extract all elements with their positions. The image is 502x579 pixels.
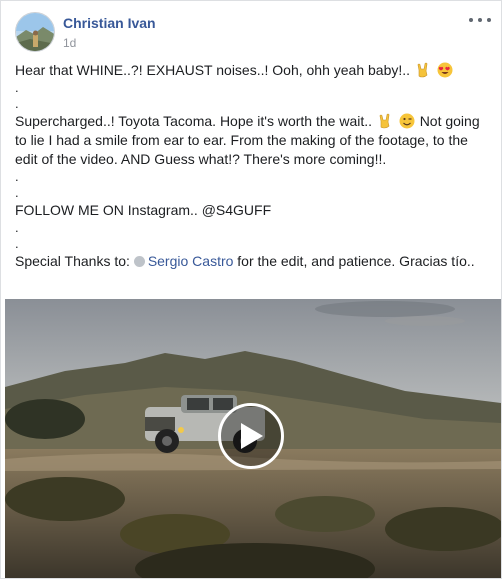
mention-link[interactable]: Sergio Castro [133,253,234,269]
heart-eyes-emoji [437,62,453,78]
post-timestamp[interactable]: 1d [63,36,76,50]
post-text-segment: Special Thanks to: [15,253,130,269]
mention-name: Sergio Castro [147,253,234,269]
video-player[interactable] [5,299,501,578]
dot-separator: . [15,220,19,235]
post-header: Christian Ivan 1d [13,12,491,52]
post-text-segment: Not going [419,113,480,129]
post-line: Special Thanks to: Sergio Castro for the… [15,252,493,271]
dot-separator: . [15,236,19,251]
dot-separator: . [15,80,19,95]
author-name[interactable]: Christian Ivan [63,15,156,31]
rock-on-emoji [379,113,390,129]
post-line: edit of the video. AND Guess what!? Ther… [15,151,387,167]
dot-separator: . [15,96,19,111]
post-text-segment: for the edit, and patience. Gracias tío.… [237,253,475,269]
play-icon[interactable] [218,403,284,469]
post-line: Supercharged..! Toyota Tacoma. Hope it's… [15,112,493,131]
post-text: Hear that WHINE..?! EXHAUST noises..! Oo… [15,61,493,271]
post-card: Christian Ivan 1d Hear that WHINE..?! EX… [0,0,502,579]
post-text-segment: Supercharged..! Toyota Tacoma. Hope it's… [15,113,373,129]
post-line: FOLLOW ME ON Instagram.. @S4GUFF [15,202,272,218]
user-mention-icon [133,256,145,267]
more-options-icon[interactable] [469,12,491,28]
post-line: Hear that WHINE..?! EXHAUST noises..! Oo… [15,61,493,80]
post-text-segment: Hear that WHINE..?! EXHAUST noises..! Oo… [15,62,411,78]
play-triangle [241,423,263,449]
rock-on-emoji [417,62,428,78]
dot-separator: . [15,169,19,184]
dot-separator: . [15,185,19,200]
author-avatar[interactable] [15,12,55,52]
winking-face-emoji [399,113,415,129]
post-line: to lie I had a smile from ear to ear. Fr… [15,132,468,148]
